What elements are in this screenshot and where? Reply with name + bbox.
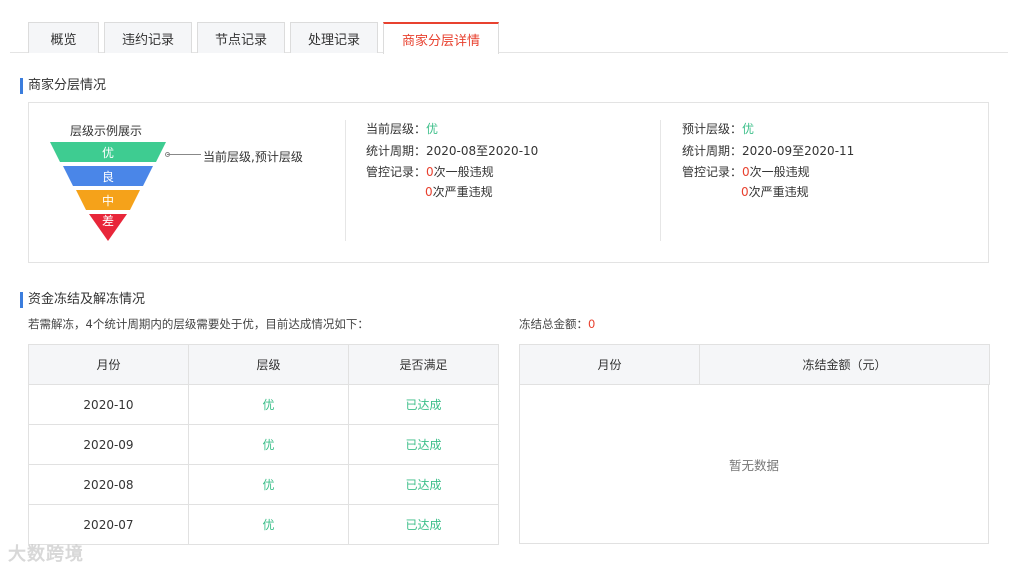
monthly-level-table: 月份 层级 是否满足 2020-10 优 已达成 2020-09 优 已达成 2… xyxy=(28,344,499,545)
column-header-satisfied: 是否满足 xyxy=(348,344,499,385)
serious-violation-count: 0 xyxy=(741,185,749,199)
tab-violations[interactable]: 违约记录 xyxy=(104,22,192,53)
current-period-value: 2020-08至2020-10 xyxy=(426,144,539,158)
status-cell: 已达成 xyxy=(348,504,499,545)
label: 管控记录： xyxy=(366,165,427,179)
tab-nodes[interactable]: 节点记录 xyxy=(197,22,285,53)
funnel-title: 层级示例展示 xyxy=(70,124,143,138)
label: 当前层级： xyxy=(366,122,427,136)
general-violation-count: 0 xyxy=(742,165,750,179)
current-level-info: 当前层级：优 统计周期：2020-08至2020-10 管控记录：0次一般违规 … xyxy=(366,118,538,202)
freeze-total-value: 0 xyxy=(588,317,596,331)
label: 统计周期： xyxy=(366,144,427,158)
freeze-total: 冻结总金额：0 xyxy=(519,316,595,332)
column-header-freeze-amount: 冻结金额（元） xyxy=(699,344,990,385)
empty-state: 暂无数据 xyxy=(519,385,989,544)
freeze-section-title: 资金冻结及解冻情况 xyxy=(20,292,145,308)
unfreeze-condition-note: 若需解冻，4个统计周期内的层级需要处于优，目前达成情况如下： xyxy=(28,317,369,331)
general-violation-count: 0 xyxy=(426,165,434,179)
label: 预计层级： xyxy=(682,122,743,136)
table-row: 2020-07 优 已达成 xyxy=(28,504,499,545)
table-header-row: 月份 层级 是否满足 xyxy=(28,344,499,385)
column-header-month: 月份 xyxy=(519,344,700,385)
funnel-pointer-label: 当前层级,预计层级 xyxy=(203,150,303,164)
level-cell: 优 xyxy=(188,424,349,465)
serious-violation-text: 次严重违规 xyxy=(432,185,493,199)
tab-merchant-layer[interactable]: 商家分层详情 xyxy=(383,22,499,54)
label: 管控记录： xyxy=(682,165,743,179)
funnel-level-label: 优 xyxy=(102,146,114,160)
label: 统计周期： xyxy=(682,144,743,158)
table-row: 2020-09 优 已达成 xyxy=(28,424,499,465)
tab-handling[interactable]: 处理记录 xyxy=(290,22,378,53)
month-cell: 2020-10 xyxy=(28,384,189,425)
level-cell: 优 xyxy=(188,384,349,425)
forecast-period-value: 2020-09至2020-11 xyxy=(742,144,855,158)
month-cell: 2020-08 xyxy=(28,464,189,505)
freeze-amount-table: 月份 冻结金额（元） xyxy=(519,344,990,385)
funnel-level-label: 良 xyxy=(102,169,114,184)
divider xyxy=(345,120,346,241)
forecast-level-value: 优 xyxy=(742,122,755,136)
watermark: 大数跨境 xyxy=(8,544,84,565)
table-header-row: 月份 冻结金额（元） xyxy=(519,344,990,385)
month-cell: 2020-07 xyxy=(28,504,189,545)
level-cell: 优 xyxy=(188,464,349,505)
general-violation-text: 次一般违规 xyxy=(749,165,810,179)
general-violation-text: 次一般违规 xyxy=(433,165,494,179)
level-cell: 优 xyxy=(188,504,349,545)
column-header-level: 层级 xyxy=(188,344,349,385)
layer-section-title: 商家分层情况 xyxy=(20,78,106,94)
table-row: 2020-10 优 已达成 xyxy=(28,384,499,425)
serious-violation-count: 0 xyxy=(425,185,433,199)
month-cell: 2020-09 xyxy=(28,424,189,465)
status-cell: 已达成 xyxy=(348,424,499,465)
funnel-chart: 优 良 中 差 xyxy=(50,142,166,241)
pointer-line xyxy=(167,154,201,155)
serious-violation-text: 次严重违规 xyxy=(748,185,809,199)
status-cell: 已达成 xyxy=(348,464,499,505)
forecast-level-info: 预计层级：优 统计周期：2020-09至2020-11 管控记录：0次一般违规 … xyxy=(682,118,854,202)
column-header-month: 月份 xyxy=(28,344,189,385)
table-row: 2020-08 优 已达成 xyxy=(28,464,499,505)
status-cell: 已达成 xyxy=(348,384,499,425)
tab-bar: 概览 违约记录 节点记录 处理记录 商家分层详情 xyxy=(10,0,1008,54)
freeze-total-label: 冻结总金额： xyxy=(519,317,588,331)
divider xyxy=(660,120,661,241)
funnel-level-label: 中 xyxy=(102,193,114,208)
tab-overview[interactable]: 概览 xyxy=(28,22,99,53)
current-level-value: 优 xyxy=(426,122,439,136)
funnel-level-label: 差 xyxy=(102,214,114,228)
